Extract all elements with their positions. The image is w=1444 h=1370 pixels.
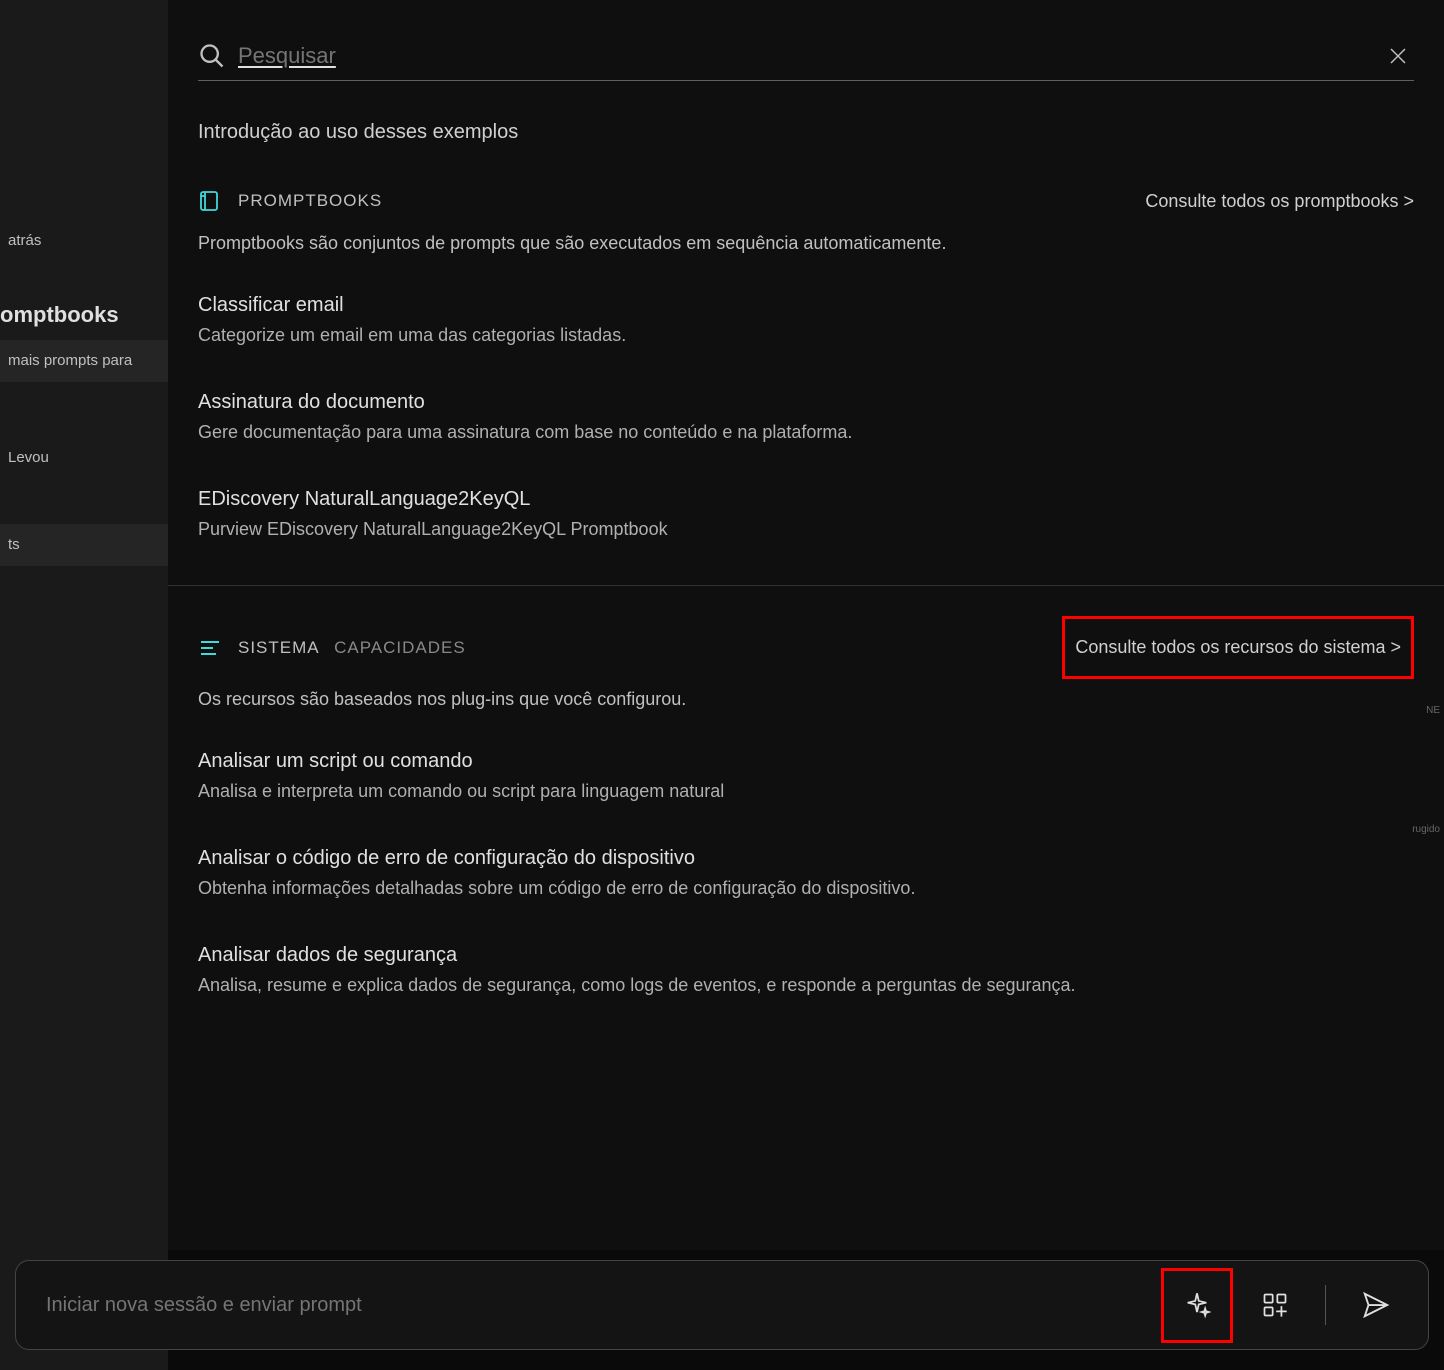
sparkle-highlight [1161,1268,1233,1343]
sidebar-item-back[interactable]: atrás [0,220,168,262]
prompt-input[interactable] [46,1294,1141,1317]
promptbook-item[interactable]: EDiscovery NaturalLanguage2KeyQL Purview… [198,488,1414,540]
sidebar-label: omptbooks [0,302,119,327]
promptbook-item[interactable]: Classificar email Categorize um email em… [198,294,1414,346]
sidebar-label: ts [8,536,20,553]
system-title: SISTEMA [238,638,320,657]
list-icon [198,636,222,660]
item-description: Analisa, resume e explica dados de segur… [198,975,1414,996]
see-all-system-link[interactable]: Consulte todos os recursos do sistema > [1075,637,1401,657]
system-item[interactable]: Analisar o código de erro de configuraçã… [198,847,1414,899]
book-icon [198,189,222,213]
search-row [198,40,1414,81]
item-title: Assinatura do documento [198,391,1414,414]
left-sidebar: atrás omptbooks mais prompts para Levou … [0,0,168,1370]
edge-label-ne: NE [1414,705,1444,716]
sparkle-icon[interactable] [1175,1283,1219,1327]
system-item[interactable]: Analisar um script ou comando Analisa e … [198,750,1414,802]
item-description: Purview EDiscovery NaturalLanguage2KeyQL… [198,519,1414,540]
section-divider [168,585,1444,586]
item-title: Analisar dados de segurança [198,944,1414,967]
search-icon [198,42,226,70]
item-title: Analisar o código de erro de configuraçã… [198,847,1414,870]
item-title: Analisar um script ou comando [198,750,1414,773]
see-all-promptbooks-link[interactable]: Consulte todos os promptbooks > [1145,191,1414,212]
apps-icon[interactable] [1253,1283,1297,1327]
system-title-secondary: CAPACIDADES [334,638,466,657]
item-title: EDiscovery NaturalLanguage2KeyQL [198,488,1414,511]
item-description: Gere documentação para uma assinatura co… [198,422,1414,443]
system-item[interactable]: Analisar dados de segurança Analisa, res… [198,944,1414,996]
intro-text: Introdução ao uso desses exemplos [198,121,1414,144]
edge-label-rugido: rugido [1404,824,1444,835]
system-header: SISTEMA CAPACIDADES Consulte todos os re… [198,616,1414,679]
sidebar-item-more-prompts[interactable]: mais prompts para [0,340,168,382]
item-description: Obtenha informações detalhadas sobre um … [198,878,1414,899]
search-input[interactable] [238,43,1382,69]
sidebar-section-promptbooks: omptbooks [0,262,168,340]
divider [1325,1285,1326,1325]
see-all-system-highlight: Consulte todos os recursos do sistema > [1062,616,1414,679]
send-icon[interactable] [1354,1283,1398,1327]
promptbook-item[interactable]: Assinatura do documento Gere documentaçã… [198,391,1414,443]
promptbooks-description: Promptbooks são conjuntos de prompts que… [198,233,1414,254]
sidebar-label: Levou [8,449,49,466]
sidebar-item-ts[interactable]: ts [0,524,168,566]
item-title: Classificar email [198,294,1414,317]
close-icon[interactable] [1382,40,1414,72]
sidebar-item-took[interactable]: Levou [0,437,168,479]
prompt-bar [15,1260,1429,1350]
main-panel: Introdução ao uso desses exemplos PROMPT… [168,0,1444,1250]
item-description: Analisa e interpreta um comando ou scrip… [198,781,1414,802]
sidebar-label: mais prompts para [8,352,132,369]
promptbooks-title: PROMPTBOOKS [238,191,382,211]
sidebar-label: atrás [8,232,41,249]
item-description: Categorize um email em uma das categoria… [198,325,1414,346]
promptbooks-header: PROMPTBOOKS Consulte todos os promptbook… [198,189,1414,213]
system-description: Os recursos são baseados nos plug-ins qu… [198,689,1414,710]
